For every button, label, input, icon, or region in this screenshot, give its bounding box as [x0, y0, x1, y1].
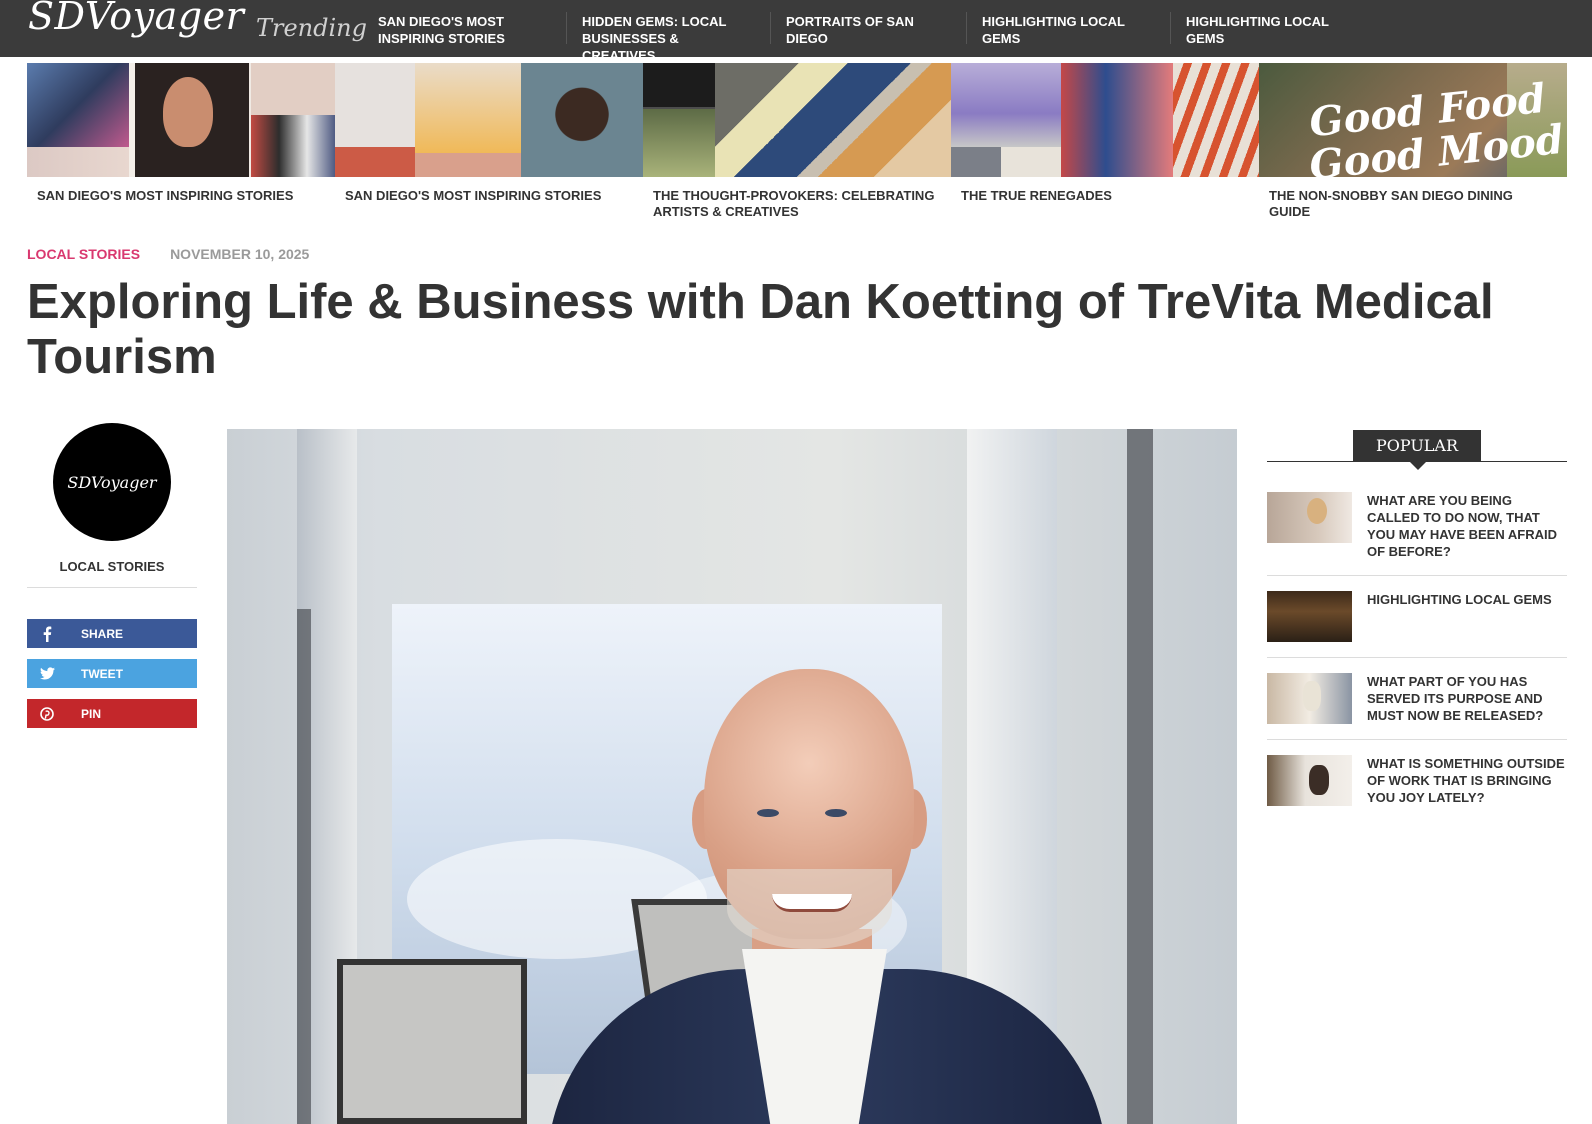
popular-heading: POPULAR — [1353, 430, 1481, 470]
popular-item[interactable]: WHAT PART OF YOU HAS SERVED ITS PURPOSE … — [1267, 673, 1567, 740]
popular-header: POPULAR — [1267, 430, 1567, 470]
featured-card-title[interactable]: THE THOUGHT-PROVOKERS: CELEBRATING ARTIS… — [643, 188, 951, 220]
featured-card-image[interactable] — [643, 63, 951, 177]
trending-nav: SAN DIEGO'S MOST INSPIRING STORIES HIDDE… — [362, 0, 1350, 63]
featured-card-image[interactable] — [27, 63, 335, 177]
popular-item-thumbnail[interactable] — [1267, 591, 1352, 642]
twitter-icon — [27, 667, 67, 680]
featured-card-title[interactable]: THE TRUE RENEGADES — [951, 188, 1259, 204]
featured-card[interactable]: SAN DIEGO'S MOST INSPIRING STORIES — [27, 63, 335, 220]
featured-card-image[interactable] — [951, 63, 1259, 177]
article-category-link[interactable]: LOCAL STORIES — [27, 245, 140, 263]
facebook-icon — [27, 626, 67, 642]
nav-link-local-gems[interactable]: HIGHLIGHTING LOCAL GEMS — [966, 0, 1170, 57]
share-label: SHARE — [81, 626, 124, 641]
article-hero-image — [227, 429, 1237, 1124]
featured-card-title[interactable]: SAN DIEGO'S MOST INSPIRING STORIES — [335, 188, 643, 204]
nav-link-local-gems-2[interactable]: HIGHLIGHTING LOCAL GEMS — [1170, 0, 1350, 57]
popular-list: WHAT ARE YOU BEING CALLED TO DO NOW, THA… — [1267, 492, 1567, 821]
avatar-logo-text: SDVoyager — [67, 472, 157, 492]
featured-card-title[interactable]: THE NON-SNOBBY SAN DIEGO DINING GUIDE — [1259, 188, 1567, 220]
article-date: NOVEMBER 10, 2025 — [170, 246, 310, 262]
featured-card[interactable]: THE TRUE RENEGADES — [951, 63, 1259, 220]
site-logo[interactable]: SDVoyager — [28, 0, 244, 38]
popular-item[interactable]: WHAT IS SOMETHING OUTSIDE OF WORK THAT I… — [1267, 755, 1567, 821]
popular-item-thumbnail[interactable] — [1267, 492, 1352, 543]
top-navigation-bar: SDVoyager Trending SAN DIEGO'S MOST INSP… — [0, 0, 1592, 63]
nav-link-inspiring-stories[interactable]: SAN DIEGO'S MOST INSPIRING STORIES — [362, 0, 566, 57]
nav-link-portraits[interactable]: PORTRAITS OF SAN DIEGO — [770, 0, 966, 57]
article-meta: LOCAL STORIES NOVEMBER 10, 2025 — [27, 245, 309, 263]
featured-card[interactable]: THE THOUGHT-PROVOKERS: CELEBRATING ARTIS… — [643, 63, 951, 220]
pinterest-share-button[interactable]: PIN — [27, 699, 197, 728]
pinterest-icon — [27, 706, 67, 721]
popular-item[interactable]: WHAT ARE YOU BEING CALLED TO DO NOW, THA… — [1267, 492, 1567, 576]
facebook-share-button[interactable]: SHARE — [27, 619, 197, 648]
featured-strip: SAN DIEGO'S MOST INSPIRING STORIES SAN D… — [27, 63, 1567, 220]
popular-item-title[interactable]: WHAT IS SOMETHING OUTSIDE OF WORK THAT I… — [1367, 755, 1567, 806]
tweet-label: TWEET — [81, 666, 123, 681]
featured-card-image[interactable] — [335, 63, 643, 177]
trending-label: Trending — [256, 14, 367, 42]
nav-link-hidden-gems[interactable]: HIDDEN GEMS: LOCAL BUSINESSES & CREATIVE… — [566, 0, 770, 63]
featured-card-title[interactable]: SAN DIEGO'S MOST INSPIRING STORIES — [27, 188, 335, 204]
popular-item[interactable]: HIGHLIGHTING LOCAL GEMS — [1267, 591, 1567, 658]
popular-item-thumbnail[interactable] — [1267, 673, 1352, 724]
twitter-share-button[interactable]: TWEET — [27, 659, 197, 688]
popular-item-title[interactable]: WHAT ARE YOU BEING CALLED TO DO NOW, THA… — [1367, 492, 1567, 560]
article-left-rail: SDVoyager LOCAL STORIES SHARE TWEET PIN — [27, 423, 197, 739]
author-avatar[interactable]: SDVoyager — [53, 423, 171, 541]
rail-category-label[interactable]: LOCAL STORIES — [27, 559, 197, 588]
article-title: Exploring Life & Business with Dan Koett… — [27, 275, 1494, 384]
popular-item-title[interactable]: HIGHLIGHTING LOCAL GEMS — [1367, 591, 1552, 642]
popular-sidebar: POPULAR WHAT ARE YOU BEING CALLED TO DO … — [1267, 430, 1567, 836]
share-buttons: SHARE TWEET PIN — [27, 619, 197, 728]
featured-card[interactable]: SAN DIEGO'S MOST INSPIRING STORIES — [335, 63, 643, 220]
popular-item-thumbnail[interactable] — [1267, 755, 1352, 806]
popular-item-title[interactable]: WHAT PART OF YOU HAS SERVED ITS PURPOSE … — [1367, 673, 1567, 724]
pin-label: PIN — [81, 706, 102, 721]
featured-card[interactable]: Good Food Good Mood THE NON-SNOBBY SAN D… — [1259, 63, 1567, 220]
featured-card-image[interactable]: Good Food Good Mood — [1259, 63, 1567, 177]
